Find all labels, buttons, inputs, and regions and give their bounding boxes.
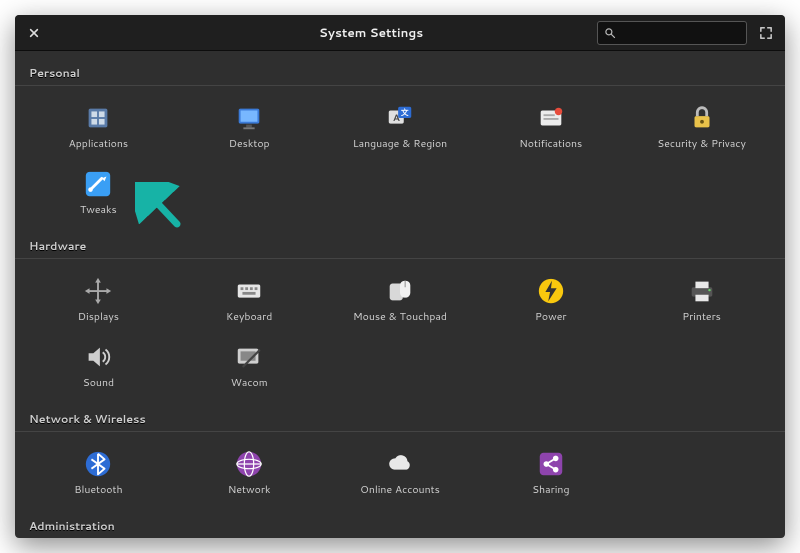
item-label: Tweaks [80,204,117,216]
printers-icon [686,275,718,307]
item-label: Network [228,484,271,496]
item-wacom[interactable]: Wacom [174,337,325,393]
item-mouse-touchpad[interactable]: Mouse & Touchpad [325,271,476,327]
tweaks-icon [82,168,114,200]
applications-icon [82,102,114,134]
item-label: Desktop [229,138,270,150]
item-keyboard[interactable]: Keyboard [174,271,325,327]
item-network[interactable]: Network [174,444,325,500]
network-icon [233,448,265,480]
item-label: Mouse & Touchpad [353,311,447,323]
item-sound[interactable]: Sound [23,337,174,393]
item-label: Keyboard [226,311,272,323]
grid-personal: Applications Desktop A文 Language & Regio… [15,92,785,230]
notifications-icon [535,102,567,134]
grid-network: Bluetooth Network Online Accounts Sharin… [15,438,785,510]
item-tweaks[interactable]: Tweaks [23,164,174,220]
item-label: Applications [69,138,128,150]
wacom-icon [233,341,265,373]
search-icon [604,27,616,39]
item-label: Security & Privacy [657,138,746,150]
item-notifications[interactable]: Notifications [475,98,626,154]
settings-window: System Settings Personal Applications [15,15,785,538]
item-label: Bluetooth [74,484,122,496]
window-title: System Settings [153,24,589,41]
item-security-privacy[interactable]: Security & Privacy [626,98,777,154]
item-sharing[interactable]: Sharing [475,444,626,500]
keyboard-icon [233,275,265,307]
sharing-icon [535,448,567,480]
section-hardware: Hardware [15,230,785,259]
displays-icon [82,275,114,307]
mouse-icon [384,275,416,307]
item-language-region[interactable]: A文 Language & Region [325,98,476,154]
maximize-button[interactable] [755,22,777,44]
item-label: Wacom [231,377,268,389]
close-button[interactable] [23,22,45,44]
header-bar: System Settings [15,15,785,51]
language-icon: A文 [384,102,416,134]
item-desktop[interactable]: Desktop [174,98,325,154]
svg-text:文: 文 [401,107,409,118]
search-field[interactable] [597,21,747,45]
item-label: Sharing [532,484,569,496]
item-label: Sound [83,377,114,389]
item-bluetooth[interactable]: Bluetooth [23,444,174,500]
sound-icon [82,341,114,373]
item-label: Power [535,311,566,323]
bluetooth-icon [82,448,114,480]
search-input[interactable] [624,26,770,40]
settings-body: Personal Applications Desktop A文 Languag… [15,51,785,538]
item-label: Displays [78,311,119,323]
item-label: Language & Region [353,138,447,150]
lock-icon [686,102,718,134]
item-label: Printers [682,311,721,323]
item-label: Notifications [519,138,582,150]
desktop-icon [233,102,265,134]
power-icon [535,275,567,307]
item-applications[interactable]: Applications [23,98,174,154]
section-network: Network & Wireless [15,403,785,432]
item-displays[interactable]: Displays [23,271,174,327]
section-personal: Personal [15,57,785,86]
cloud-icon [384,448,416,480]
item-label: Online Accounts [360,484,440,496]
item-power[interactable]: Power [475,271,626,327]
item-printers[interactable]: Printers [626,271,777,327]
section-admin: Administration [15,510,785,538]
grid-hardware: Displays Keyboard Mouse & Touchpad Power [15,265,785,403]
item-online-accounts[interactable]: Online Accounts [325,444,476,500]
